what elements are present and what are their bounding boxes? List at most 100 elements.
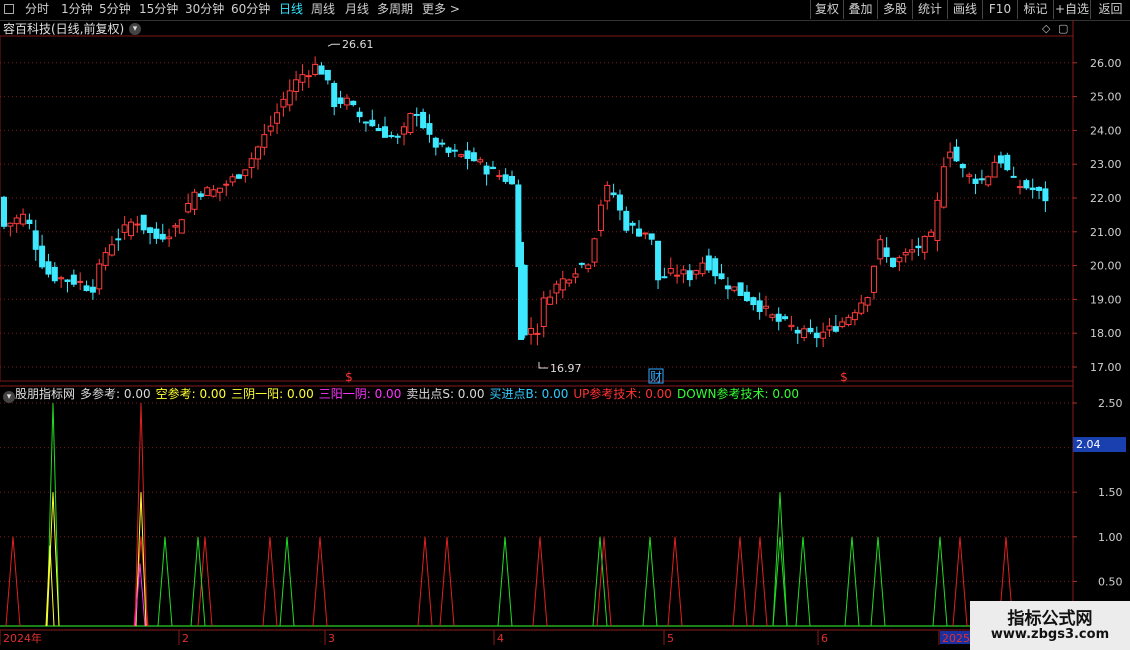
candle-down <box>350 100 357 106</box>
candle-up <box>940 166 947 208</box>
candle-down <box>915 245 922 249</box>
candle-down <box>375 127 382 132</box>
candle-down <box>235 174 242 179</box>
candle-up <box>585 264 592 270</box>
candle-up <box>921 235 928 253</box>
candle-down <box>115 238 122 241</box>
candle-down <box>883 247 890 257</box>
indicator-spike <box>262 536 278 627</box>
candle-up <box>667 268 674 274</box>
candle-up <box>642 232 649 235</box>
indicator-field-value: 卖出点S: 0.00 <box>406 387 485 401</box>
indicator-field-value: 空参考: 0.00 <box>155 387 227 401</box>
high-price-label: 26.61 <box>342 38 374 51</box>
candle-up <box>407 113 414 133</box>
candle-up <box>540 297 547 328</box>
candle-up <box>559 278 566 291</box>
indicator-axis-label: 2.50 <box>1098 397 1123 410</box>
candle-down <box>610 192 617 196</box>
candle-down <box>26 219 33 225</box>
indicator-spike <box>870 536 886 627</box>
indicator-spike <box>642 536 658 627</box>
candle-up <box>191 191 198 210</box>
candle-down <box>362 121 369 124</box>
candle-up <box>896 257 903 263</box>
candle-down <box>426 123 433 135</box>
candle-up <box>77 280 84 283</box>
price-axis-label: 19.00 <box>1090 293 1122 306</box>
candle-down <box>489 166 496 170</box>
candle-up <box>312 63 319 75</box>
candle-down <box>972 178 979 184</box>
candle-down <box>439 142 446 145</box>
indicator-spike <box>795 536 811 627</box>
candle-up <box>7 222 14 227</box>
indicator-spike <box>439 536 455 627</box>
candle-down <box>420 111 427 129</box>
price-axis-label: 22.00 <box>1090 192 1122 205</box>
candle-up <box>534 332 541 335</box>
candle-down <box>648 233 655 240</box>
candle-down <box>153 228 160 239</box>
candle-down <box>655 240 662 281</box>
candle-up <box>20 213 27 225</box>
candle-down <box>616 194 623 211</box>
time-axis-label: 2024年 <box>3 631 42 645</box>
event-marker[interactable]: $ <box>840 370 848 384</box>
candle-down <box>140 214 147 231</box>
candle-up <box>401 126 408 135</box>
candle-up <box>788 324 795 328</box>
indicator-name: 股朋指标网 <box>15 387 76 401</box>
candle-down <box>324 69 331 81</box>
time-axis-label: 3 <box>328 632 335 645</box>
candle-down <box>782 316 789 320</box>
candle-up <box>985 176 992 186</box>
candle-up <box>851 312 858 321</box>
price-axis-label: 24.00 <box>1090 124 1122 137</box>
candle-up <box>204 187 211 197</box>
high-marker-arrow <box>327 43 340 47</box>
price-axis-label: 23.00 <box>1090 158 1122 171</box>
event-marker[interactable]: $ <box>345 370 353 384</box>
candle-down <box>197 193 204 197</box>
candle-up <box>172 225 179 228</box>
candle-up <box>178 219 185 234</box>
candle-up <box>604 184 611 202</box>
candle-up <box>13 217 20 225</box>
candle-up <box>909 249 916 253</box>
candle-up <box>870 265 877 293</box>
watermark-url: www.zbgs3.com <box>990 627 1110 642</box>
candle-down <box>32 230 39 250</box>
candle-up <box>839 321 846 328</box>
candle-down <box>51 266 58 282</box>
candle-down <box>1004 154 1011 171</box>
candle-up <box>286 90 293 106</box>
candle-down <box>432 137 439 148</box>
candle-down <box>997 155 1004 164</box>
candle-up <box>553 283 560 294</box>
candle-down <box>775 313 782 322</box>
watermark-title: 指标公式网 <box>1007 609 1093 629</box>
time-axis-label: 6 <box>821 632 828 645</box>
candle-down <box>483 165 490 175</box>
candle-down <box>470 152 477 162</box>
event-marker[interactable]: 财 <box>650 370 662 384</box>
candle-down <box>394 135 401 138</box>
candle-up <box>248 158 255 169</box>
candle-up <box>229 176 236 183</box>
candle-up <box>293 79 300 92</box>
candle-down <box>147 227 154 234</box>
candle-down <box>661 276 668 279</box>
price-axis-label: 25.00 <box>1090 91 1122 104</box>
candle-up <box>496 175 503 178</box>
chevron-down-icon[interactable]: ▾ <box>3 391 15 403</box>
candle-down <box>705 255 712 271</box>
candle-down <box>807 327 814 333</box>
candle-up <box>826 325 833 331</box>
candle-up <box>280 98 287 108</box>
candle-down <box>388 135 395 138</box>
indicator-spike <box>667 536 683 627</box>
indicator-spike <box>279 536 295 627</box>
candle-down <box>89 286 96 293</box>
candle-up <box>845 316 852 326</box>
